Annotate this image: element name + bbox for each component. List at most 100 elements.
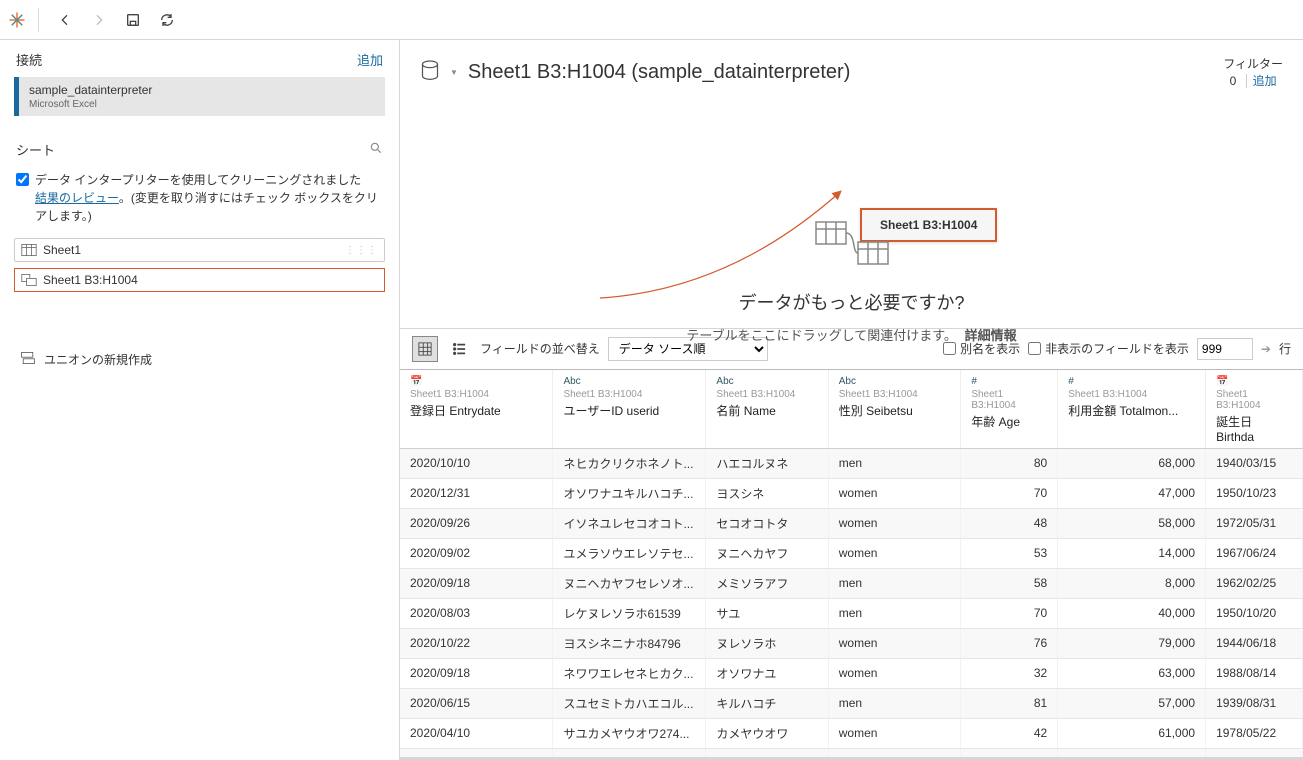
add-connection-link[interactable]: 追加	[357, 50, 383, 69]
data-interpreter-checkbox[interactable]	[16, 173, 29, 186]
row-count-input[interactable]	[1197, 338, 1253, 360]
table-cell: 61,000	[1058, 718, 1206, 748]
table-row[interactable]: 2020/09/26イソネユレセコオコト...セコオコトタwomen4858,0…	[400, 508, 1303, 538]
datasource-title[interactable]: Sheet1 B3:H1004 (sample_datainterpreter)	[468, 61, 850, 84]
column-header[interactable]: #Sheet1 B3:H1004利用金額 Totalmon...	[1058, 370, 1206, 449]
table-cell: 2020/08/03	[400, 598, 553, 628]
new-union-button[interactable]: ユニオンの新規作成	[0, 335, 399, 384]
search-icon[interactable]	[369, 141, 383, 158]
table-cell: 1988/08/14	[1206, 658, 1303, 688]
column-header[interactable]: AbcSheet1 B3:H1004ユーザーID userid	[553, 370, 706, 449]
table-cell: 1950/10/23	[1206, 478, 1303, 508]
table-row[interactable]: 2020/10/22ヨスシネニナホ84796ヌレソラホwomen7679,000…	[400, 628, 1303, 658]
table-cell: ネワワエレセネヒカク...	[553, 658, 706, 688]
table-cell: 2020/10/10	[400, 448, 553, 478]
table-cell: ヌニヘカヤフ	[706, 538, 828, 568]
table-cell: 70	[961, 598, 1058, 628]
table-row[interactable]: 2020/06/15スユセミトカハエコル...キルハコチmen8157,0001…	[400, 688, 1303, 718]
grid-view-button[interactable]	[412, 336, 438, 362]
sheet-item-sheet1[interactable]: Sheet1 ⋮⋮⋮	[14, 238, 385, 262]
drag-handle-icon[interactable]: ⋮⋮⋮	[345, 245, 378, 256]
table-cell: 37	[961, 748, 1058, 757]
column-header[interactable]: 📅Sheet1 B3:H1004登録日 Entrydate	[400, 370, 553, 449]
table-cell: 14,000	[1058, 538, 1206, 568]
table-row[interactable]: 2020/09/18ネワワエレセネヒカク...オソワナユwomen3263,00…	[400, 658, 1303, 688]
union-label: ユニオンの新規作成	[44, 351, 152, 368]
save-button[interactable]	[119, 6, 147, 34]
table-cell: 48	[961, 508, 1058, 538]
table-cell: メミソラアフ	[706, 568, 828, 598]
union-icon	[20, 351, 36, 368]
table-cell: women	[828, 538, 961, 568]
table-cell: women	[828, 478, 961, 508]
table-row[interactable]: 2020/09/02ユメラソウエレソテセ...ヌニヘカヤフwomen5314,0…	[400, 538, 1303, 568]
table-cell: women	[828, 748, 961, 757]
add-filter-link[interactable]: 追加	[1246, 74, 1277, 88]
table-row[interactable]: 2020/09/18ヌニヘカヤフセレソオ...メミソラアフmen588,0001…	[400, 568, 1303, 598]
table-cell: ハエコルヌネ	[706, 448, 828, 478]
table-row[interactable]: 2020/10/10ネヒカクリクホネノト...ハエコルヌネmen8068,000…	[400, 448, 1303, 478]
table-cell: サネ	[706, 748, 828, 757]
column-header[interactable]: 📅Sheet1 B3:H1004誕生日 Birthda	[1206, 370, 1303, 449]
filters-panel: フィルター 0 追加	[1223, 56, 1283, 90]
table-cell: 1978/05/22	[1206, 718, 1303, 748]
connection-item[interactable]: sample_datainterpreter Microsoft Excel	[14, 77, 385, 116]
alias-checkbox[interactable]	[943, 342, 956, 355]
table-cell: サユ	[706, 598, 828, 628]
hidden-fields-checkbox[interactable]	[1028, 342, 1041, 355]
table-cell: 1967/06/24	[1206, 538, 1303, 568]
table-cell: 1950/10/20	[1206, 598, 1303, 628]
table-cell: セコオコトタ	[706, 508, 828, 538]
drag-hint: テーブルをここにドラッグして関連付けます。	[686, 328, 957, 343]
relationship-canvas[interactable]: Sheet1 B3:H1004 データがもっと必要ですか? テーブルをここにドラ…	[400, 98, 1303, 328]
tables-join-icon	[552, 218, 1152, 271]
tableau-logo-icon	[8, 11, 26, 29]
table-row[interactable]: 2020/12/31オソワナユキルハコチ...ヨスシネwomen7047,000…	[400, 478, 1303, 508]
table-cell: 40,000	[1058, 598, 1206, 628]
data-grid[interactable]: 📅Sheet1 B3:H1004登録日 EntrydateAbcSheet1 B…	[400, 370, 1303, 757]
connection-type: Microsoft Excel	[29, 99, 375, 110]
table-cell: 2020/09/02	[400, 538, 553, 568]
refresh-button[interactable]	[153, 6, 181, 34]
table-cell: ユメラソウエレソテセ...	[553, 538, 706, 568]
column-header[interactable]: AbcSheet1 B3:H1004性別 Seibetsu	[828, 370, 961, 449]
table-cell: 2020/05/29	[400, 748, 553, 757]
table-cell: カメヤウオワ	[706, 718, 828, 748]
sheet-label: Sheet1	[43, 243, 81, 257]
back-button[interactable]	[51, 6, 79, 34]
list-view-button[interactable]	[446, 336, 472, 362]
more-info-link[interactable]: 詳細情報	[965, 328, 1017, 343]
review-results-link[interactable]: 結果のレビュー	[35, 191, 119, 205]
table-cell: 2020/06/15	[400, 688, 553, 718]
table-cell: レケヌレソラホ61539	[553, 598, 706, 628]
sidebar: 接続 追加 sample_datainterpreter Microsoft E…	[0, 40, 400, 760]
table-cell: 79,000	[1058, 628, 1206, 658]
column-header[interactable]: #Sheet1 B3:H1004年齢 Age	[961, 370, 1058, 449]
table-cell: 58,000	[1058, 508, 1206, 538]
column-header[interactable]: AbcSheet1 B3:H1004名前 Name	[706, 370, 828, 449]
table-cell: women	[828, 628, 961, 658]
forward-button[interactable]	[85, 6, 113, 34]
filters-label: フィルター	[1223, 56, 1283, 73]
table-cell: 58	[961, 568, 1058, 598]
table-row[interactable]: 2020/05/29セコオコトタウマノ6...サネwomen3783,00019…	[400, 748, 1303, 757]
table-cell: 2020/09/26	[400, 508, 553, 538]
table-cell: 1939/08/31	[1206, 688, 1303, 718]
separator	[38, 8, 39, 32]
dropdown-icon[interactable]: ▼	[450, 68, 458, 77]
table-cell: 2020/09/18	[400, 568, 553, 598]
table-cell: 2020/12/31	[400, 478, 553, 508]
table-cell: men	[828, 448, 961, 478]
connections-label: 接続	[16, 50, 42, 69]
table-row[interactable]: 2020/04/10サユカメヤウオワ274...カメヤウオワwomen4261,…	[400, 718, 1303, 748]
table-row[interactable]: 2020/08/03レケヌレソラホ61539サユmen7040,0001950/…	[400, 598, 1303, 628]
rows-arrow-icon[interactable]: ➔	[1261, 342, 1271, 356]
sheet-label: Sheet1 B3:H1004	[43, 273, 138, 287]
table-cell: イソネユレセコオコト...	[553, 508, 706, 538]
sheet-item-sheet1-range[interactable]: Sheet1 B3:H1004	[14, 268, 385, 292]
connection-name: sample_datainterpreter	[29, 83, 375, 97]
table-cell: 70	[961, 478, 1058, 508]
table-cell: men	[828, 598, 961, 628]
need-more-heading: データがもっと必要ですか?	[552, 289, 1152, 315]
table-cell: ネヒカクリクホネノト...	[553, 448, 706, 478]
